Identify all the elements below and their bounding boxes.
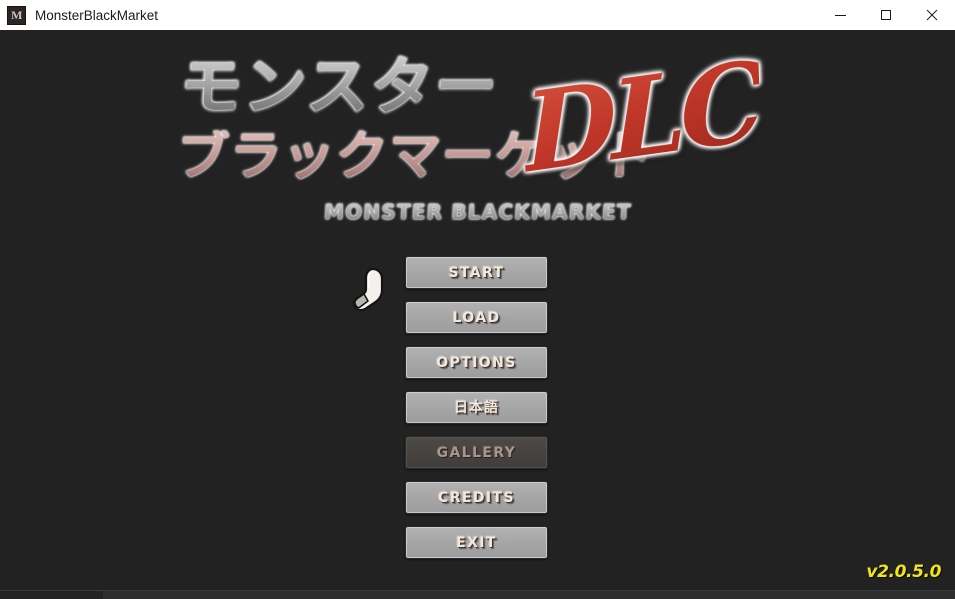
window-title: MonsterBlackMarket bbox=[35, 7, 159, 23]
titlebar-left: MonsterBlackMarket bbox=[0, 5, 817, 25]
minimize-icon[interactable] bbox=[817, 0, 863, 30]
pointing-hand-cursor bbox=[349, 266, 391, 314]
version-label: v2.0.5.0 bbox=[866, 562, 941, 582]
menu-item-exit[interactable]: EXIT bbox=[405, 526, 548, 559]
menu-item-load-label: LOAD bbox=[452, 309, 501, 326]
pointing-hand-glyph bbox=[352, 267, 384, 312]
maximize-icon[interactable] bbox=[863, 0, 909, 30]
game-logo: モンスター ブラックマーケット DLC MONSTER BLACKMARKET bbox=[0, 38, 955, 238]
logo-subtitle: MONSTER BLACKMARKET bbox=[177, 200, 778, 224]
menu-item-exit-label: EXIT bbox=[456, 534, 497, 551]
titlebar: MonsterBlackMarket bbox=[0, 0, 955, 30]
logo-kana-top: モンスター bbox=[177, 50, 501, 123]
menu-item-options-label: OPTIONS bbox=[436, 354, 517, 371]
main-menu: START LOAD OPTIONS 日本語 GALLERY CREDITS E… bbox=[405, 256, 548, 571]
menu-item-language[interactable]: 日本語 bbox=[405, 391, 548, 424]
close-icon[interactable] bbox=[909, 0, 955, 30]
logo-kana-bottom: ブラックマーケット bbox=[174, 127, 655, 187]
maximize-glyph bbox=[881, 10, 891, 20]
app-window: MonsterBlackMarket モンスター ブラックマーケット bbox=[0, 0, 955, 599]
logo-stack: モンスター ブラックマーケット DLC MONSTER BLACKMARKET bbox=[174, 38, 778, 238]
menu-item-language-label: 日本語 bbox=[454, 399, 499, 416]
menu-item-options[interactable]: OPTIONS bbox=[405, 346, 548, 379]
menu-item-start[interactable]: START bbox=[405, 256, 548, 289]
window-controls bbox=[817, 0, 955, 30]
game-viewport: モンスター ブラックマーケット DLC MONSTER BLACKMARKET … bbox=[0, 30, 955, 590]
menu-item-credits-label: CREDITS bbox=[438, 489, 515, 506]
menu-item-credits[interactable]: CREDITS bbox=[405, 481, 548, 514]
menu-item-start-label: START bbox=[448, 264, 505, 281]
logo-dlc-badge: DLC bbox=[521, 38, 762, 198]
monster-app-icon bbox=[7, 5, 26, 25]
minimize-glyph bbox=[834, 14, 846, 16]
menu-item-gallery: GALLERY bbox=[405, 436, 548, 469]
menu-item-load[interactable]: LOAD bbox=[405, 301, 548, 334]
close-glyph bbox=[926, 9, 938, 21]
menu-item-gallery-label: GALLERY bbox=[436, 444, 517, 461]
